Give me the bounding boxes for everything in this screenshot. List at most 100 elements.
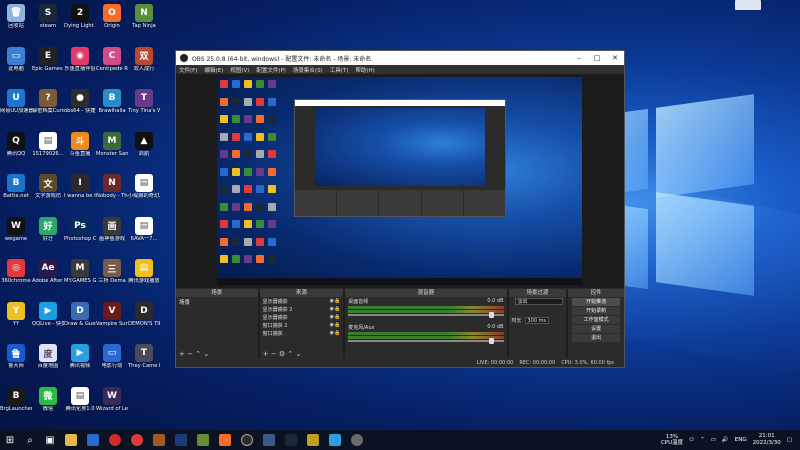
source-item[interactable]: 显示器捕获 2 ◉ 🔒 bbox=[260, 305, 344, 313]
source-item[interactable]: 显示器捕获 ◉ 🔒 bbox=[260, 313, 344, 321]
maximize-icon[interactable]: □ bbox=[588, 54, 606, 62]
desktop-icon[interactable]: ▤ 6AVA一7... bbox=[128, 215, 160, 255]
desktop-icon[interactable]: ▤小缇娜的奇幻之地 bbox=[128, 172, 160, 212]
settings-button[interactable]: 设置 bbox=[572, 325, 620, 333]
duration-input[interactable]: 300 ms bbox=[524, 317, 550, 324]
desktop-icon[interactable]: TTiny Tina's Wonderla... bbox=[128, 87, 160, 127]
move-up-icon[interactable]: ⌃ bbox=[287, 350, 293, 358]
menu-scene-collection[interactable]: 场景集合(S) bbox=[293, 66, 323, 74]
lock-icon[interactable]: 🔒 bbox=[334, 306, 340, 312]
remove-icon[interactable]: − bbox=[187, 350, 193, 358]
desktop-icon[interactable]: ▶ 腾讯视频 bbox=[64, 342, 96, 382]
desktop-icon[interactable]: ▭ 此电脑 bbox=[0, 45, 32, 85]
desktop-icon[interactable]: BBrgLauncher... bbox=[0, 385, 32, 425]
taskbar-app-media-icon[interactable] bbox=[302, 430, 324, 450]
desktop-icon[interactable]: Q 腾讯QQ bbox=[0, 130, 32, 170]
desktop-icon[interactable]: 双双人成行 bbox=[128, 45, 160, 85]
menu-tools[interactable]: 工具(T) bbox=[330, 66, 349, 74]
desktop-icon[interactable]: VVampire Survivors bbox=[96, 300, 128, 340]
menu-edit[interactable]: 编辑(E) bbox=[204, 66, 223, 74]
scene-item[interactable]: 场景 bbox=[176, 297, 258, 307]
taskbar-app-video-icon[interactable] bbox=[324, 430, 346, 450]
add-icon[interactable]: + bbox=[179, 350, 185, 358]
desktop-icon[interactable]: ◎ 360chrome bbox=[0, 257, 32, 297]
preview-canvas[interactable] bbox=[217, 77, 582, 285]
desktop-icon[interactable]: O Origin bbox=[96, 2, 128, 42]
desktop-icon[interactable]: MMonster Sanctuary bbox=[96, 130, 128, 170]
desktop-icon[interactable]: Wwegame bbox=[0, 215, 32, 255]
search-icon[interactable]: ⌕ bbox=[20, 430, 40, 450]
desktop-icon[interactable]: N Tap Ninja bbox=[128, 2, 160, 42]
obs-window[interactable]: OBS 25.0.8 (64-bit, windows) - 配置文件: 未命名… bbox=[175, 50, 625, 368]
taskbar-app-misc-icon[interactable] bbox=[258, 430, 280, 450]
lock-icon[interactable]: 🔒 bbox=[334, 298, 340, 304]
tray-network-icon[interactable]: ▭ bbox=[711, 437, 716, 443]
source-item[interactable]: 窗口捕获 ◉ 🔒 bbox=[260, 329, 344, 337]
source-item[interactable]: 窗口捕获 2 ◉ 🔒 bbox=[260, 321, 344, 329]
desktop-icon[interactable]: TThey Came From Above bbox=[128, 342, 160, 382]
desktop-icon[interactable]: 三三桥 Dema bbox=[96, 257, 128, 297]
taskbar-app-obs-icon[interactable] bbox=[236, 430, 258, 450]
desktop-icon[interactable]: 度百度地图 bbox=[32, 342, 64, 382]
desktop-icon[interactable]: 2 Dying Light 2 bbox=[64, 2, 96, 42]
desktop-icon[interactable]: 文文字游戏坊 bbox=[32, 172, 64, 212]
cpu-widget[interactable]: 13% CPU温度 bbox=[661, 434, 683, 446]
task-view-icon[interactable]: ▣ bbox=[40, 430, 60, 450]
language-indicator[interactable]: ENG bbox=[735, 437, 747, 443]
desktop-icon[interactable]: WWizard of Legend bbox=[96, 385, 128, 425]
desktop-icon[interactable]: MMY.GAMES GameCenter bbox=[64, 257, 96, 297]
desktop-icon[interactable]: 🗑 回收站 bbox=[0, 2, 32, 42]
desktop-icon[interactable]: ▤ 15179026... bbox=[32, 130, 64, 170]
studio-mode-button[interactable]: 工作室模式 bbox=[572, 316, 620, 324]
desktop-icon[interactable]: ▲ 启航 bbox=[128, 130, 160, 170]
start-streaming-button[interactable]: 开始推流 bbox=[572, 298, 620, 306]
desktop-icon[interactable]: U 网易UU加速器 bbox=[0, 87, 32, 127]
desktop-icon[interactable]: DDEMON'S TILT bbox=[128, 300, 160, 340]
taskbar-app-gear-icon[interactable] bbox=[346, 430, 368, 450]
desktop-icon[interactable]: ▤ 腾讯化身1.0 bbox=[64, 385, 96, 425]
desktop-icon[interactable]: 鲁鲁大师 bbox=[0, 342, 32, 382]
desktop-icon[interactable]: ▭ 电影行动 bbox=[96, 342, 128, 382]
notification-icon[interactable]: ▢ bbox=[787, 437, 792, 443]
taskbar-app-record-icon[interactable] bbox=[104, 430, 126, 450]
taskbar-app-steam-icon[interactable] bbox=[280, 430, 302, 450]
taskbar-app-origin-icon[interactable] bbox=[214, 430, 236, 450]
remove-icon[interactable]: − bbox=[271, 350, 277, 358]
source-item[interactable]: 显示器捕获 ◉ 🔒 bbox=[260, 297, 344, 305]
tray-volume-icon[interactable]: 🔊 bbox=[722, 437, 729, 443]
desktop-icon[interactable]: B Brawlhalla bbox=[96, 87, 128, 127]
menu-file[interactable]: 文件(F) bbox=[179, 66, 197, 74]
tray-people-icon[interactable]: ⚇ bbox=[689, 437, 694, 443]
taskbar-app-chrome-icon[interactable] bbox=[126, 430, 148, 450]
desktop-icon[interactable]: ◉ 乐鱼直播伴侣 bbox=[64, 45, 96, 85]
minimize-icon[interactable]: – bbox=[570, 54, 588, 62]
move-down-icon[interactable]: ⌄ bbox=[203, 350, 209, 358]
move-up-icon[interactable]: ⌃ bbox=[195, 350, 201, 358]
desktop-icon[interactable]: 斗斗鱼直播 bbox=[64, 130, 96, 170]
desktop-icon[interactable]: II wanna be the Creator bbox=[64, 172, 96, 212]
taskbar-app-explorer-icon[interactable] bbox=[60, 430, 82, 450]
transition-select[interactable]: 淡出 bbox=[514, 298, 563, 305]
desktop-icon[interactable]: ●obs64 - 快捷方式 bbox=[64, 87, 96, 127]
taskbar-app-yoda-icon[interactable] bbox=[192, 430, 214, 450]
menu-help[interactable]: 帮助(H) bbox=[355, 66, 374, 74]
desktop-icon[interactable]: ▶QQLive - 快捷方式 bbox=[32, 300, 64, 340]
gear-icon[interactable]: ⚙ bbox=[279, 350, 285, 358]
lock-icon[interactable]: 🔒 bbox=[334, 330, 340, 336]
desktop-icon[interactable]: DDraw & Guess bbox=[64, 300, 96, 340]
desktop-icon[interactable]: AeAdobe After Effects CC bbox=[32, 257, 64, 297]
taskbar-app-game-icon[interactable] bbox=[148, 430, 170, 450]
close-icon[interactable]: ✕ bbox=[606, 54, 624, 62]
move-down-icon[interactable]: ⌄ bbox=[295, 350, 301, 358]
desktop-icon[interactable]: ▤ 腾讯游戏播放 bbox=[128, 257, 160, 297]
menu-view[interactable]: 视图(V) bbox=[230, 66, 249, 74]
taskbar-app-ps-icon[interactable] bbox=[170, 430, 192, 450]
tray-chevron-up-icon[interactable]: ⌃ bbox=[700, 437, 705, 443]
start-icon[interactable]: ⊞ bbox=[0, 430, 20, 450]
desktop-icon[interactable]: B Battle.net bbox=[0, 172, 32, 212]
desktop-icon[interactable]: CCentipede Recharged bbox=[96, 45, 128, 85]
desktop-icon[interactable]: ?解密档案Curious Ex... bbox=[32, 87, 64, 127]
desktop-icon[interactable]: Ssteam bbox=[32, 2, 64, 42]
obs-titlebar[interactable]: OBS 25.0.8 (64-bit, windows) - 配置文件: 未命名… bbox=[176, 51, 624, 65]
volume-slider[interactable] bbox=[348, 312, 504, 318]
